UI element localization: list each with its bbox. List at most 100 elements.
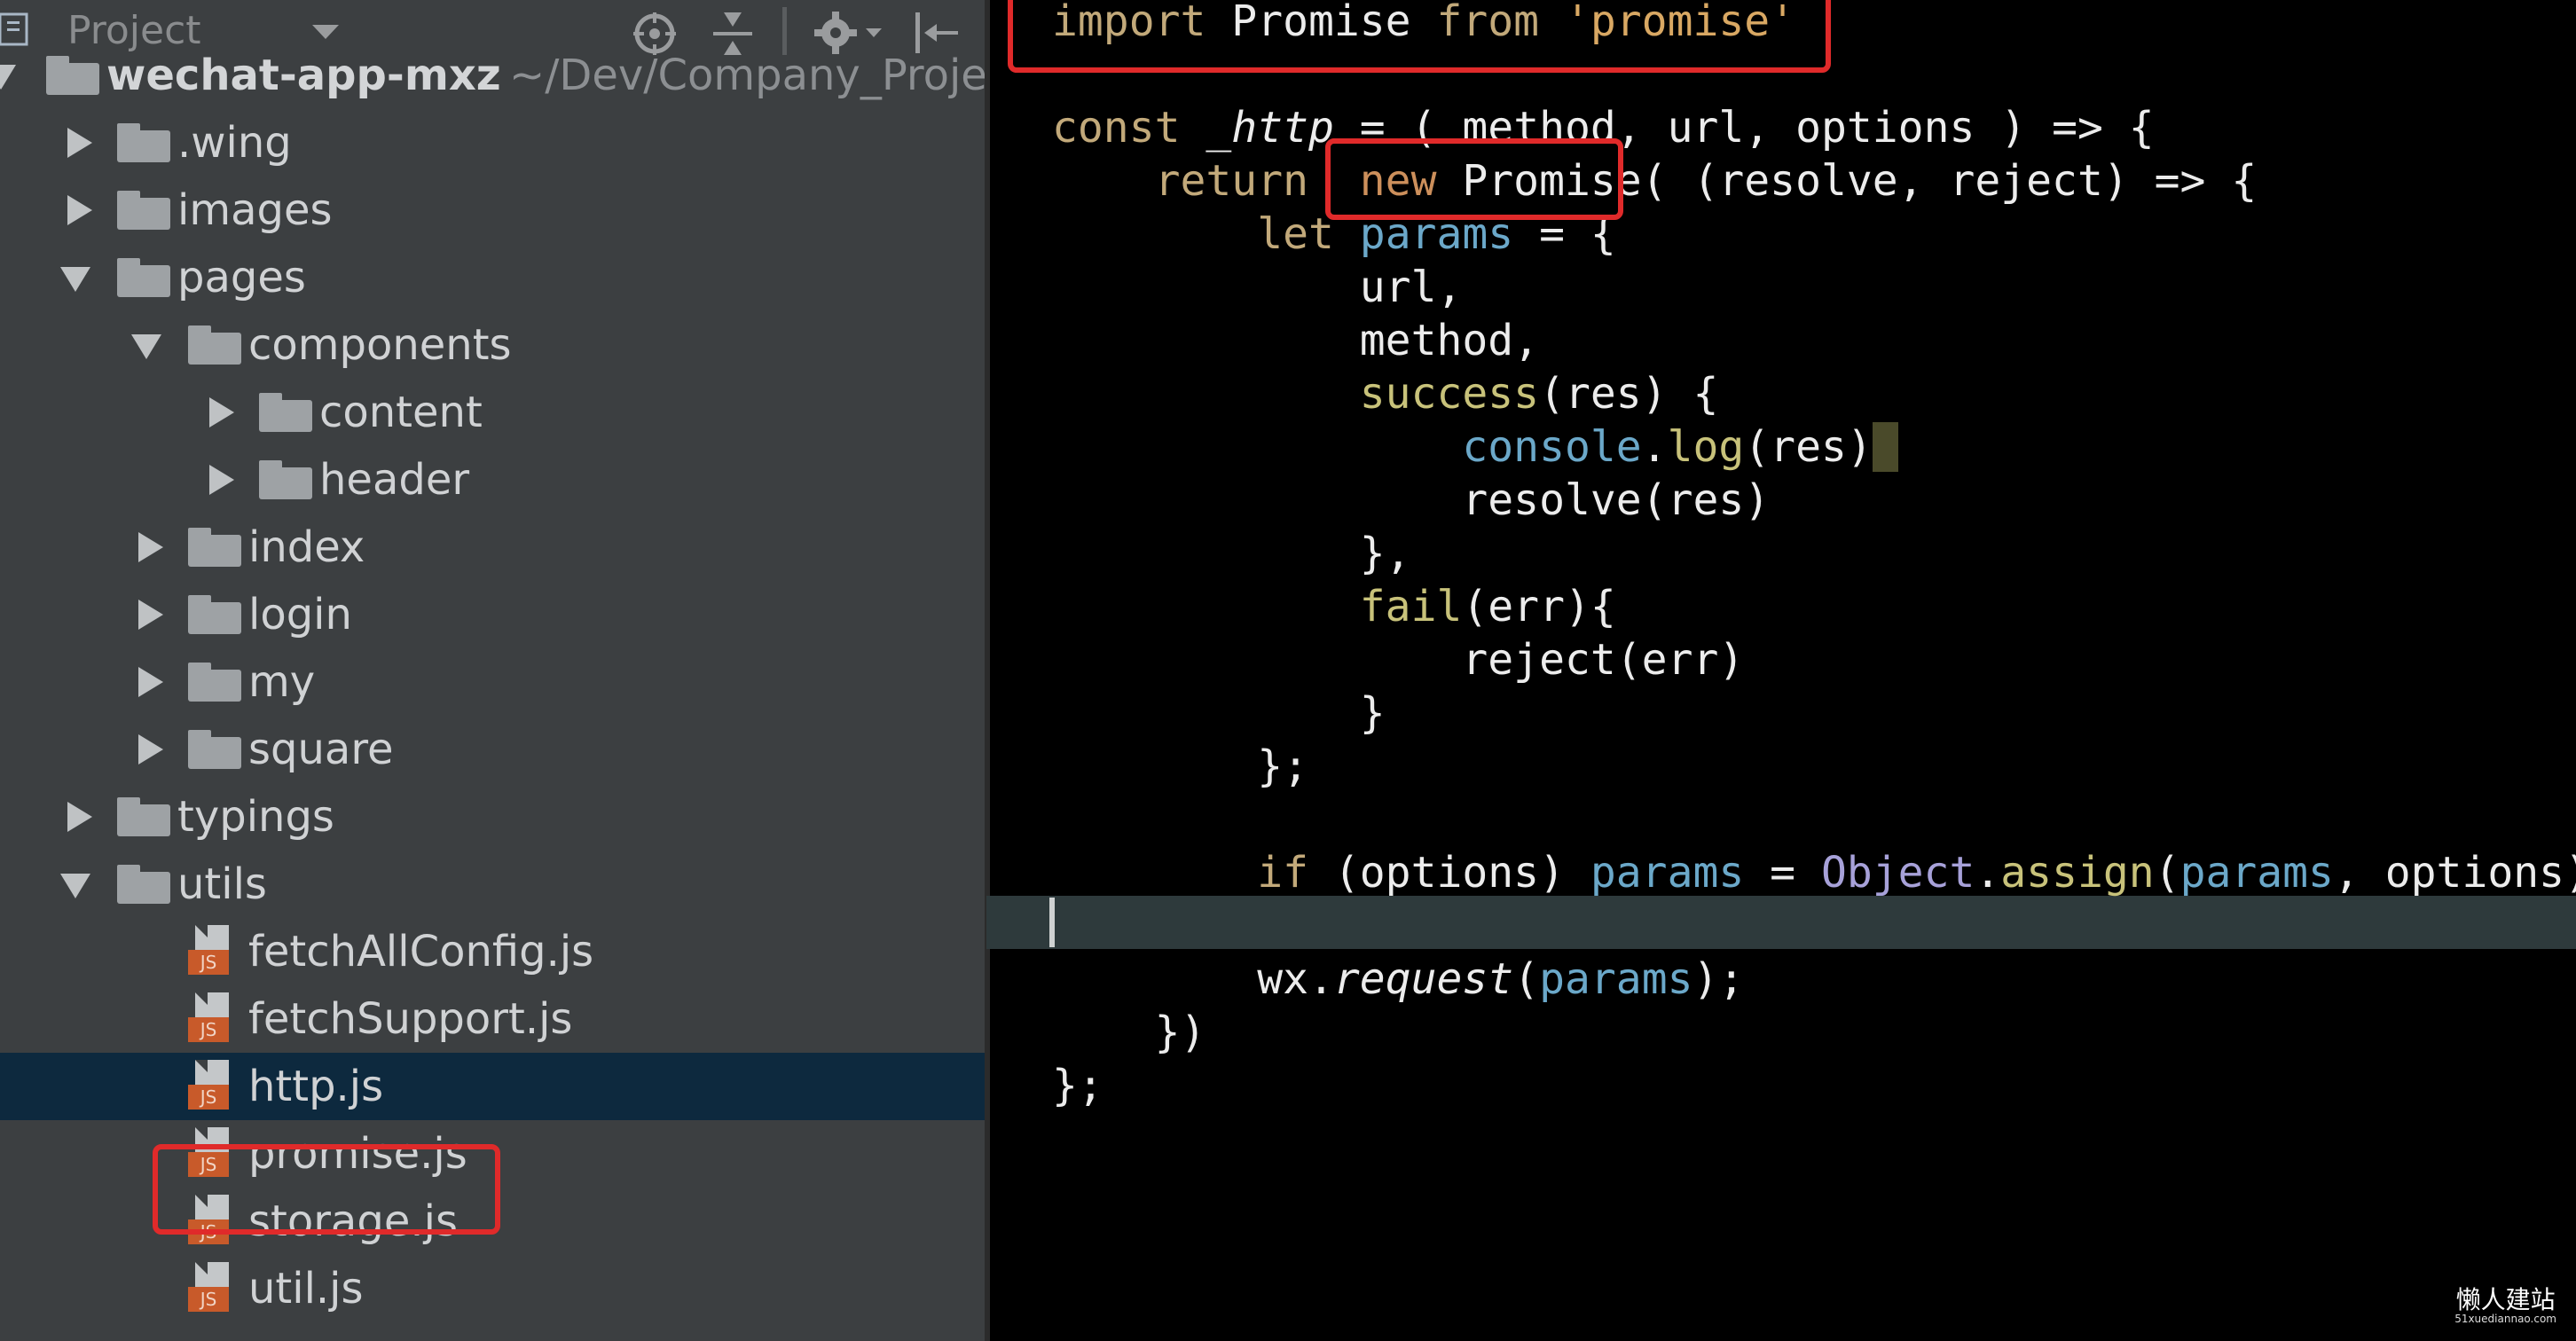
code-token: (res) { <box>1539 369 1719 419</box>
code-token: . <box>1975 848 2001 898</box>
tree-item-label: util.js <box>248 1264 364 1314</box>
folder-icon <box>259 460 312 499</box>
code-token: success <box>1359 369 1540 419</box>
tree-item-label: typings <box>177 792 334 842</box>
folder-icon <box>259 393 312 432</box>
js-file-badge: JS <box>188 1085 229 1110</box>
annotation-import-box <box>1008 0 1831 73</box>
tree-item-label: fetchSupport.js <box>248 994 573 1044</box>
expand-right-arrow-icon[interactable] <box>138 734 163 765</box>
folder-icon <box>117 797 170 836</box>
tree-folder-header[interactable]: header <box>0 446 985 514</box>
code-token: _http <box>1206 103 1334 153</box>
code-token: }) <box>1052 1008 1206 1057</box>
watermark-title: 懒人建站 <box>2455 1285 2556 1314</box>
code-token: (options) <box>1308 848 1590 898</box>
folder-icon <box>117 258 170 297</box>
code-line[interactable]: fail(err){ <box>1052 580 1616 633</box>
tree-folder-components[interactable]: components <box>0 311 985 379</box>
code-token: params <box>2179 848 2334 898</box>
tree-folder-index[interactable]: index <box>0 514 985 581</box>
code-token: if <box>1257 848 1308 898</box>
tree-folder-wechat-app-mxz[interactable]: wechat-app-mxz ~/Dev/Company_Proje <box>0 42 985 109</box>
expand-right-arrow-icon[interactable] <box>138 667 163 697</box>
tree-folder-typings[interactable]: typings <box>0 783 985 851</box>
tree-item-label: index <box>248 522 365 572</box>
code-line[interactable]: success(res) { <box>1052 367 1719 420</box>
text-caret <box>1049 898 1055 947</box>
project-panel: Project wechat-app-mxz ~/Dev/Company_Pro… <box>0 0 985 1341</box>
folder-icon <box>117 191 170 230</box>
tree-item-label: wechat-app-mxz <box>106 51 501 100</box>
code-line[interactable]: resolve(res) <box>1052 474 1770 527</box>
code-token: }; <box>1052 741 1308 791</box>
current-line-highlight <box>986 896 2576 949</box>
code-token: } <box>1052 688 1386 738</box>
code-token: params <box>1539 954 1693 1004</box>
code-line[interactable]: url, <box>1052 261 1463 314</box>
js-file-badge: JS <box>188 1017 229 1042</box>
code-token: assign <box>2000 848 2155 898</box>
code-line[interactable]: }; <box>1052 740 1308 793</box>
project-tree: wechat-app-mxz ~/Dev/Company_Proje .wing im… <box>0 0 985 1341</box>
code-line[interactable]: reject(err) <box>1052 633 1744 686</box>
expand-right-arrow-icon[interactable] <box>138 600 163 630</box>
tree-item-label: header <box>319 455 470 505</box>
code-token: request <box>1333 954 1514 1004</box>
code-line[interactable]: method, <box>1052 314 1539 367</box>
code-token: console <box>1462 422 1642 472</box>
expand-down-arrow-icon[interactable] <box>60 267 90 292</box>
expand-down-arrow-icon[interactable] <box>60 874 90 898</box>
code-token: ); <box>1692 954 1745 1004</box>
tree-folder-login[interactable]: login <box>0 581 985 648</box>
js-file-icon: JS <box>188 992 232 1044</box>
tree-file-util-js[interactable]: JS util.js <box>0 1255 985 1322</box>
tree-folder-images[interactable]: images <box>0 176 985 244</box>
code-token: (res) <box>1744 422 1873 472</box>
js-file-badge: JS <box>188 950 229 975</box>
watermark: 懒人建站 51xuediannao.com <box>2454 1285 2556 1326</box>
code-token: , options); <box>2333 848 2576 898</box>
expand-right-arrow-icon[interactable] <box>67 195 92 225</box>
code-line[interactable]: }; <box>1052 1059 1103 1112</box>
folder-icon <box>188 325 241 365</box>
js-file-icon: JS <box>188 1262 232 1314</box>
tree-item-label: http.js <box>248 1062 384 1111</box>
expand-right-arrow-icon[interactable] <box>209 465 234 495</box>
folder-icon <box>117 123 170 162</box>
tree-folder-my[interactable]: my <box>0 648 985 716</box>
code-line[interactable]: console.log(res) <box>1052 420 1898 474</box>
code-line[interactable]: return new Promise( (resolve, reject) =>… <box>1052 154 2258 208</box>
expand-right-arrow-icon[interactable] <box>67 802 92 832</box>
code-token: Object <box>1820 848 1975 898</box>
expand-down-arrow-icon[interactable] <box>131 334 161 359</box>
code-line[interactable]: if (options) params = Object.assign(para… <box>1052 846 2576 899</box>
tree-folder-pages[interactable]: pages <box>0 244 985 311</box>
code-token: wx. <box>1052 954 1334 1004</box>
tree-folder-content[interactable]: content <box>0 379 985 446</box>
tree-file-fetchallconfig-js[interactable]: JS fetchAllConfig.js <box>0 918 985 985</box>
code-line[interactable]: wx.request(params); <box>1052 953 1744 1006</box>
code-token: const <box>1052 103 1181 153</box>
code-token: . <box>1641 422 1668 472</box>
expand-down-arrow-icon[interactable] <box>0 65 16 90</box>
code-token: resolve(res) <box>1052 475 1771 525</box>
expand-right-arrow-icon[interactable] <box>209 397 234 427</box>
code-token: = <box>1744 848 1821 898</box>
code-line[interactable]: }) <box>1052 1006 1206 1059</box>
code-token: log <box>1667 422 1745 472</box>
expand-right-arrow-icon[interactable] <box>67 128 92 158</box>
tree-folder-utils[interactable]: utils <box>0 851 985 918</box>
folder-icon <box>188 663 241 702</box>
tree-file-http-js[interactable]: JS http.js <box>0 1053 985 1120</box>
folder-icon <box>188 595 241 634</box>
tree-folder-wing[interactable]: .wing <box>0 109 985 176</box>
expand-right-arrow-icon[interactable] <box>138 532 163 562</box>
folder-icon <box>188 730 241 769</box>
code-line[interactable]: } <box>1052 686 1386 740</box>
tree-folder-square[interactable]: square <box>0 716 985 783</box>
code-line[interactable]: }, <box>1052 527 1411 580</box>
tree-file-fetchsupport-js[interactable]: JS fetchSupport.js <box>0 985 985 1053</box>
